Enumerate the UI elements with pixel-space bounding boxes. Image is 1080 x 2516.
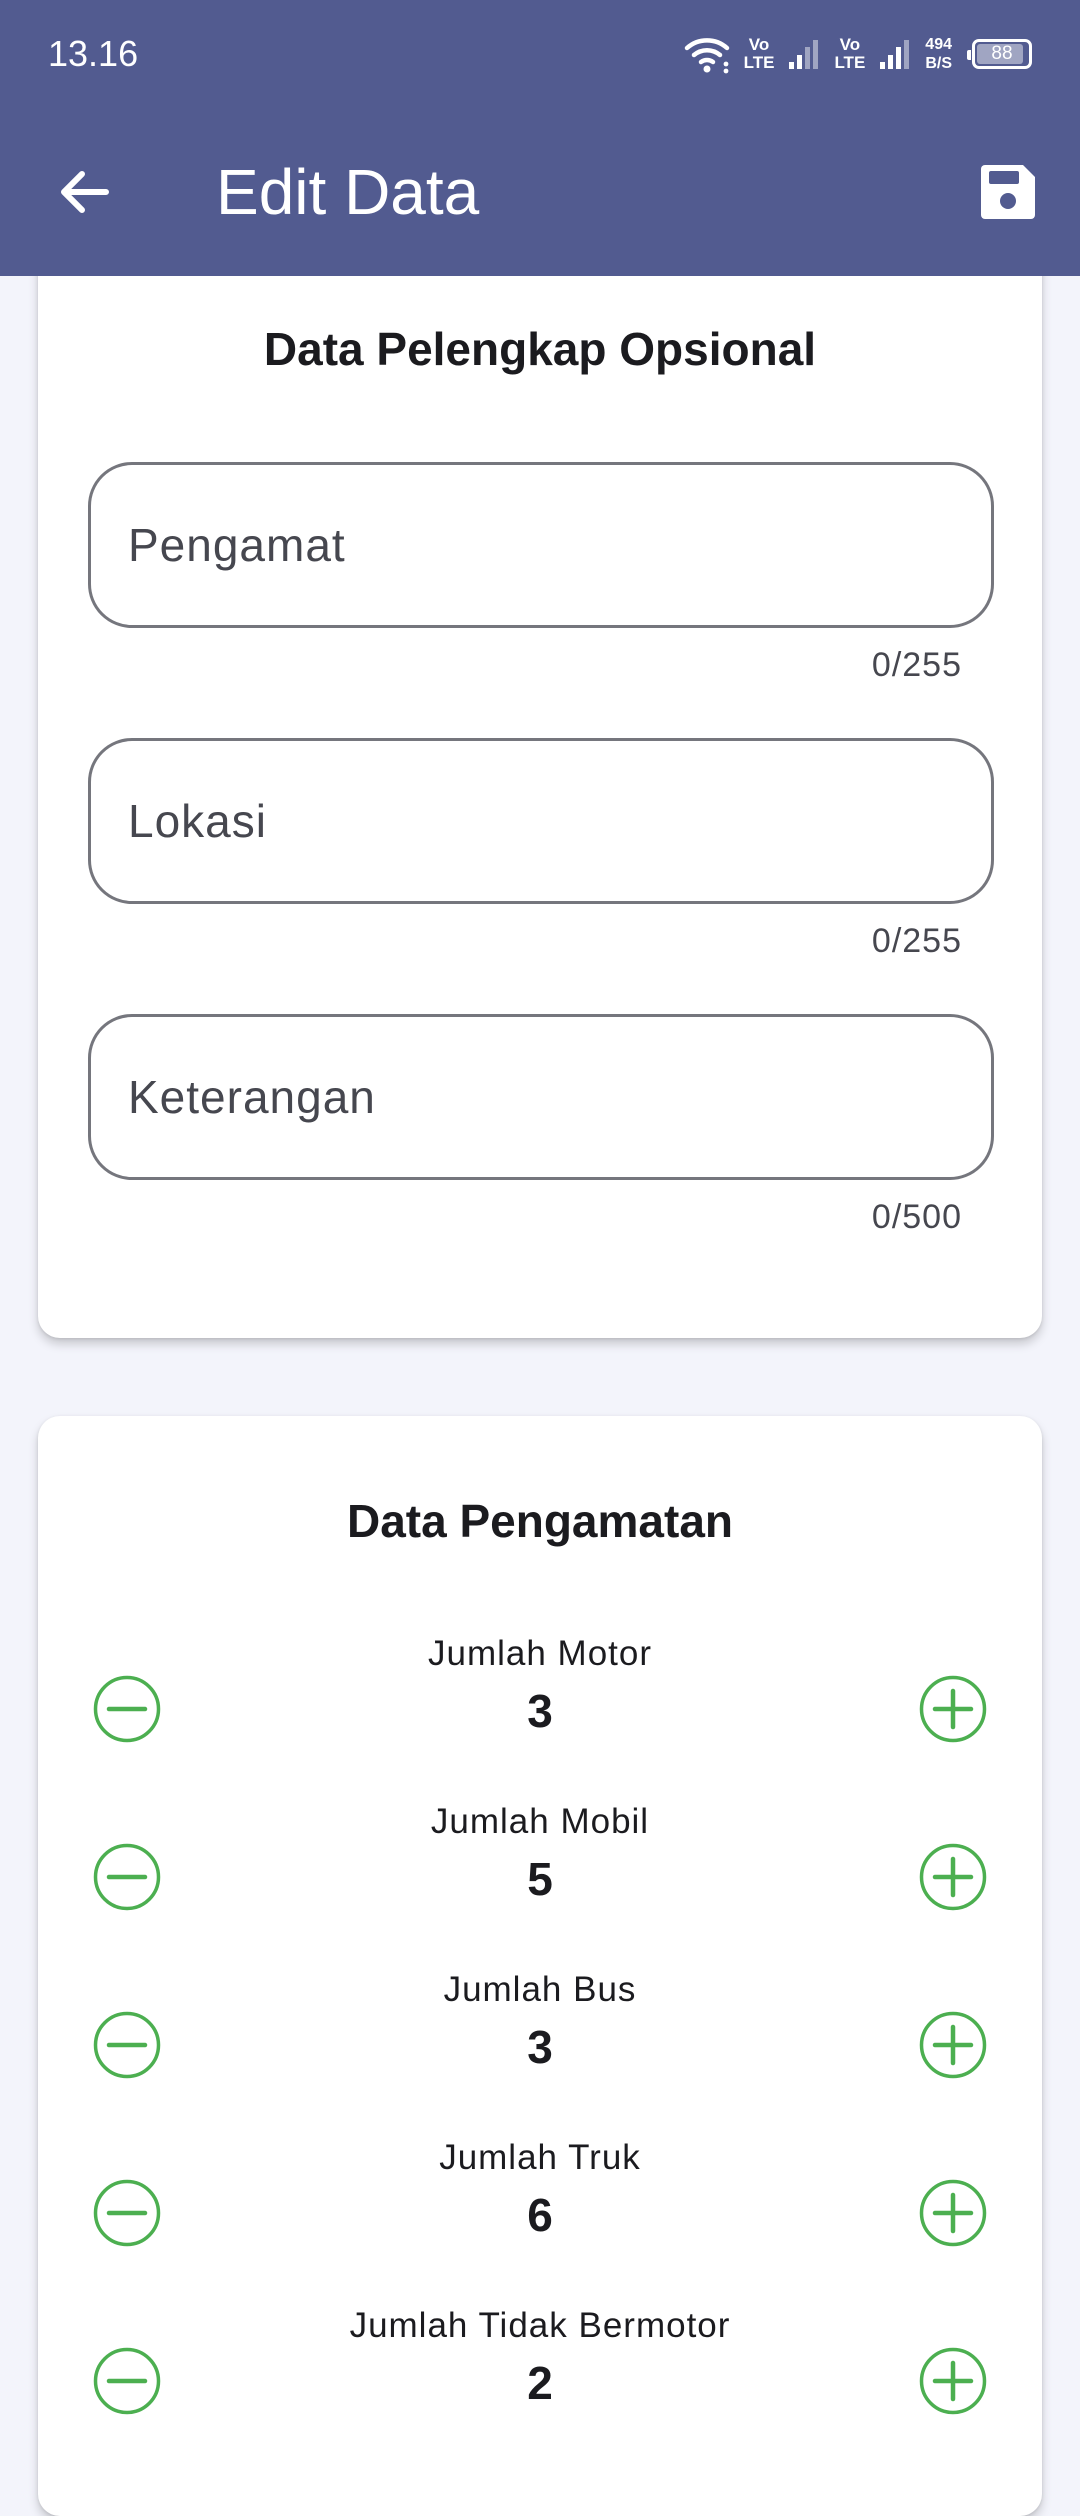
back-button[interactable]	[52, 160, 116, 224]
counter-label: Jumlah Mobil	[430, 1802, 650, 1841]
counter-label: Jumlah Bus	[443, 1970, 637, 2009]
save-button[interactable]	[972, 156, 1044, 228]
optional-data-card: Data Pelengkap Opsional 0/255 0/255 0/50…	[38, 236, 1042, 1338]
volte-1-bottom: LTE	[743, 53, 775, 72]
plus-circle-icon	[919, 2179, 987, 2247]
volte-indicator-2: Vo LTE	[834, 36, 865, 72]
minus-circle-icon	[93, 1675, 161, 1743]
counter-label: Jumlah Tidak Bermotor	[349, 2306, 731, 2345]
location-input[interactable]	[126, 793, 956, 849]
increment-truck-button[interactable]	[918, 2178, 988, 2248]
app-bar: 13.16 Vo LTE Vo LTE 494 B/S 88 Edit Data	[0, 0, 1080, 276]
decrement-non-motorized-button[interactable]	[92, 2346, 162, 2416]
observer-field[interactable]	[88, 462, 994, 628]
decrement-bus-button[interactable]	[92, 2010, 162, 2080]
volte-2-top: Vo	[839, 35, 861, 54]
decrement-car-button[interactable]	[92, 1842, 162, 1912]
arrow-left-icon	[61, 171, 109, 213]
minus-circle-icon	[93, 1843, 161, 1911]
signal-icon-1	[789, 40, 819, 69]
notes-input[interactable]	[126, 1069, 956, 1125]
status-icons: Vo LTE Vo LTE 494 B/S 88	[684, 28, 1032, 80]
counter-value: 3	[527, 1685, 553, 1737]
location-char-counter: 0/255	[871, 922, 962, 960]
location-field[interactable]	[88, 738, 994, 904]
plus-circle-icon	[919, 2347, 987, 2415]
counter-value: 5	[527, 1853, 553, 1905]
counter-label: Jumlah Truk	[439, 2138, 641, 2177]
plus-circle-icon	[919, 1675, 987, 1743]
increment-non-motorized-button[interactable]	[918, 2346, 988, 2416]
increment-bus-button[interactable]	[918, 2010, 988, 2080]
counter-value: 3	[527, 2021, 553, 2073]
minus-circle-icon	[93, 2179, 161, 2247]
page-title: Edit Data	[216, 156, 480, 228]
increment-motor-button[interactable]	[918, 1674, 988, 1744]
plus-circle-icon	[919, 2011, 987, 2079]
minus-circle-icon	[93, 2347, 161, 2415]
counter-row-bus: Jumlah Bus 3	[38, 1970, 1042, 2130]
counter-row-truck: Jumlah Truk 6	[38, 2138, 1042, 2298]
battery-icon: 88	[967, 39, 1032, 69]
counter-row-non-motorized: Jumlah Tidak Bermotor 2	[38, 2306, 1042, 2466]
decrement-truck-button[interactable]	[92, 2178, 162, 2248]
volte-indicator-1: Vo LTE	[744, 36, 775, 72]
observer-input[interactable]	[126, 517, 956, 573]
optional-section-title: Data Pelengkap Opsional	[263, 323, 817, 375]
wifi-icon	[684, 38, 729, 74]
decrement-motor-button[interactable]	[92, 1674, 162, 1744]
network-speed: 494 B/S	[925, 35, 952, 73]
notes-field[interactable]	[88, 1014, 994, 1180]
counter-value: 6	[527, 2189, 553, 2241]
volte-1-top: Vo	[748, 35, 770, 54]
observer-char-counter: 0/255	[871, 646, 962, 684]
observation-data-card: Data Pengamatan Jumlah Motor 3 Jumlah Mo…	[38, 1416, 1042, 2516]
volte-2-bottom: LTE	[834, 53, 866, 72]
plus-circle-icon	[919, 1843, 987, 1911]
increment-car-button[interactable]	[918, 1842, 988, 1912]
floppy-disk-icon	[981, 165, 1035, 219]
counter-row-motor: Jumlah Motor 3	[38, 1634, 1042, 1794]
network-speed-value: 494	[925, 36, 952, 53]
counter-row-car: Jumlah Mobil 5	[38, 1802, 1042, 1962]
battery-level: 88	[991, 43, 1013, 64]
minus-circle-icon	[93, 2011, 161, 2079]
signal-icon-2	[880, 40, 910, 69]
observation-section-title: Data Pengamatan	[346, 1495, 733, 1547]
counter-value: 2	[527, 2357, 553, 2409]
notes-char-counter: 0/500	[871, 1198, 962, 1236]
status-time: 13.16	[48, 33, 139, 74]
counter-label: Jumlah Motor	[427, 1634, 653, 1673]
network-speed-unit: B/S	[925, 55, 952, 72]
